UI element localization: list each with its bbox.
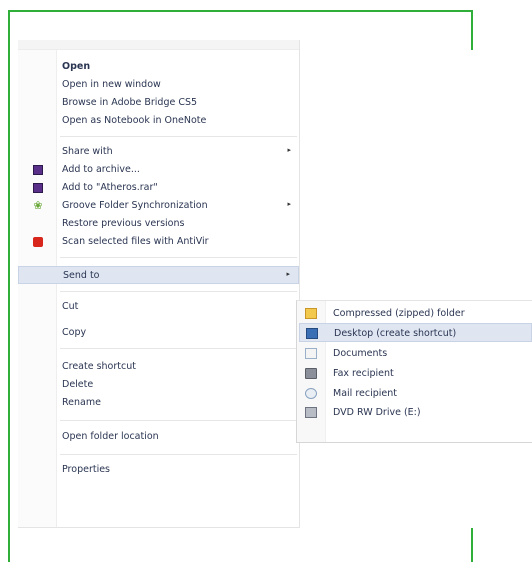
menu-item-label: Properties bbox=[62, 464, 111, 475]
menu-item-groove-sync[interactable]: ❀ Groove Folder Synchronization ▸ bbox=[18, 197, 299, 215]
send-to-submenu: Compressed (zipped) folder Desktop (crea… bbox=[296, 300, 532, 443]
menu-item-cut[interactable]: Cut bbox=[18, 298, 299, 316]
menu-item-label: Add to "Atheros.rar" bbox=[62, 182, 158, 193]
antivir-icon bbox=[33, 237, 43, 247]
menu-item-label: Send to bbox=[63, 270, 100, 281]
menu-item-create-shortcut[interactable]: Create shortcut bbox=[18, 358, 299, 376]
menu-separator bbox=[60, 420, 297, 421]
menu-item-add-to-archive[interactable]: Add to archive... bbox=[18, 161, 299, 179]
submenu-item-label: Desktop (create shortcut) bbox=[334, 328, 457, 339]
menu-item-restore-previous-versions[interactable]: Restore previous versions bbox=[18, 215, 299, 233]
submenu-arrow-icon: ▸ bbox=[287, 146, 291, 154]
submenu-item-label: Mail recipient bbox=[333, 388, 397, 399]
menu-item-open[interactable]: Open bbox=[18, 58, 299, 76]
send-to-dvd-drive[interactable]: DVD RW Drive (E:) bbox=[299, 403, 532, 422]
menu-item-label: Create shortcut bbox=[62, 361, 136, 372]
menu-item-browse-adobe-bridge[interactable]: Browse in Adobe Bridge CS5 bbox=[18, 94, 299, 112]
menu-item-label: Open bbox=[62, 61, 91, 72]
menu-item-properties[interactable]: Properties bbox=[18, 461, 299, 479]
menu-item-label: Open folder location bbox=[62, 431, 159, 442]
menu-item-label: Open in new window bbox=[62, 79, 161, 90]
menu-item-send-to[interactable]: Send to ▸ bbox=[18, 266, 299, 284]
groove-icon: ❀ bbox=[33, 199, 43, 212]
winrar-archive-icon bbox=[33, 183, 43, 193]
menu-item-label: Cut bbox=[62, 301, 79, 312]
send-to-fax-recipient[interactable]: Fax recipient bbox=[299, 364, 532, 383]
menu-separator bbox=[60, 454, 297, 455]
context-menu: Open Open in new window Browse in Adobe … bbox=[18, 40, 300, 528]
menu-separator bbox=[60, 257, 297, 258]
menu-item-open-folder-location[interactable]: Open folder location bbox=[18, 428, 299, 446]
menu-item-label: Rename bbox=[62, 397, 101, 408]
menu-item-add-to-atheros-rar[interactable]: Add to "Atheros.rar" bbox=[18, 179, 299, 197]
menu-item-label: Add to archive... bbox=[62, 164, 140, 175]
submenu-item-label: DVD RW Drive (E:) bbox=[333, 407, 421, 418]
send-to-documents[interactable]: Documents bbox=[299, 344, 532, 363]
menu-item-label: Share with bbox=[62, 146, 113, 157]
menu-item-label: Delete bbox=[62, 379, 94, 390]
submenu-item-label: Fax recipient bbox=[333, 368, 394, 379]
documents-icon bbox=[305, 348, 317, 359]
menu-item-copy[interactable]: Copy bbox=[18, 324, 299, 342]
send-to-mail-recipient[interactable]: Mail recipient bbox=[299, 384, 532, 403]
submenu-arrow-icon: ▸ bbox=[287, 200, 291, 208]
mail-icon bbox=[305, 388, 317, 399]
fax-icon bbox=[305, 368, 317, 379]
menu-item-open-new-window[interactable]: Open in new window bbox=[18, 76, 299, 94]
send-to-compressed-folder[interactable]: Compressed (zipped) folder bbox=[299, 304, 532, 323]
menu-item-label: Browse in Adobe Bridge CS5 bbox=[62, 97, 198, 108]
submenu-arrow-icon: ▸ bbox=[286, 270, 290, 278]
frame-left-border bbox=[8, 10, 10, 562]
submenu-item-label: Compressed (zipped) folder bbox=[333, 308, 465, 319]
menu-separator bbox=[60, 291, 297, 292]
menu-item-scan-antivir[interactable]: Scan selected files with AntiVir bbox=[18, 233, 299, 251]
menu-item-label: Scan selected files with AntiVir bbox=[62, 236, 209, 247]
winrar-archive-icon bbox=[33, 165, 43, 175]
desktop-icon bbox=[306, 328, 318, 339]
frame-right-border-bottom bbox=[471, 528, 473, 562]
menu-item-share-with[interactable]: Share with ▸ bbox=[18, 143, 299, 161]
menu-separator bbox=[60, 348, 297, 349]
menu-item-label: Groove Folder Synchronization bbox=[62, 200, 208, 211]
menu-item-label: Copy bbox=[62, 327, 87, 338]
frame-top-border bbox=[8, 10, 473, 12]
frame-right-border-top bbox=[471, 10, 473, 50]
menu-top-edge bbox=[18, 40, 299, 50]
menu-item-open-onenote[interactable]: Open as Notebook in OneNote bbox=[18, 112, 299, 130]
menu-item-delete[interactable]: Delete bbox=[18, 376, 299, 394]
menu-separator bbox=[60, 136, 297, 137]
send-to-desktop[interactable]: Desktop (create shortcut) bbox=[299, 323, 532, 342]
submenu-item-label: Documents bbox=[333, 348, 388, 359]
menu-item-label: Restore previous versions bbox=[62, 218, 185, 229]
menu-item-label: Open as Notebook in OneNote bbox=[62, 115, 207, 126]
menu-item-rename[interactable]: Rename bbox=[18, 394, 299, 412]
dvd-drive-icon bbox=[305, 407, 317, 418]
zip-folder-icon bbox=[305, 308, 317, 319]
